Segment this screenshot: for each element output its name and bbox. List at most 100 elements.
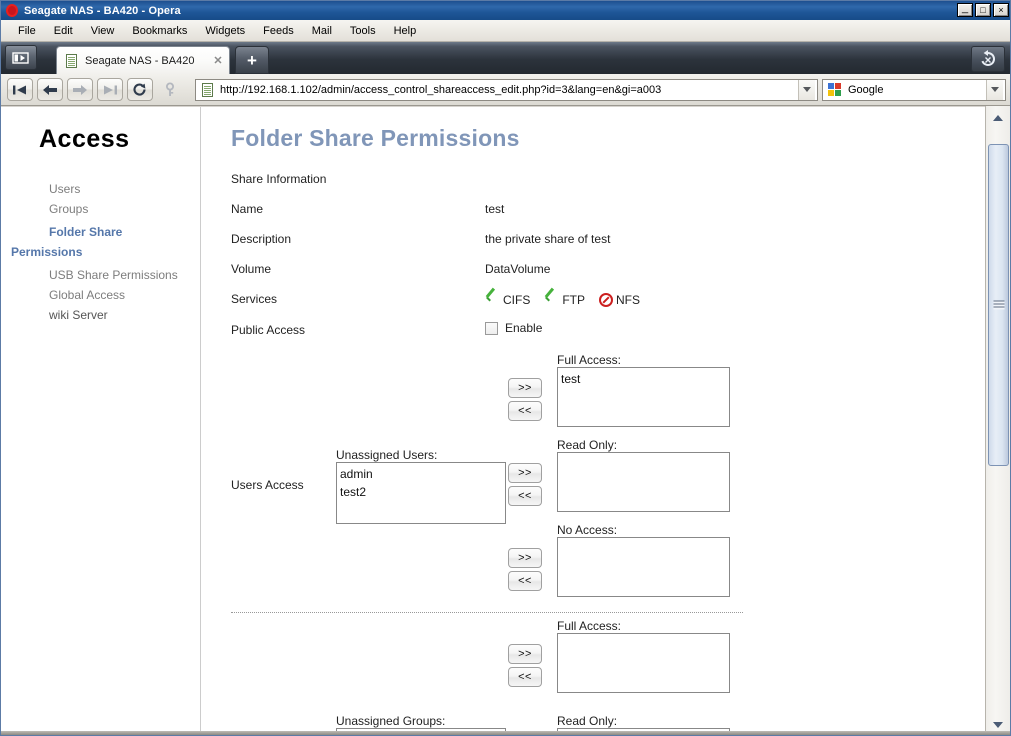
sidebar: Access Users Groups Folder Share Permiss… [1,107,201,735]
sidebar-item-global-access[interactable]: Global Access [1,285,201,305]
sidebar-heading: Access [39,125,130,153]
chevron-down-icon [993,722,1003,728]
browser-tab[interactable]: Seagate NAS - BA420 ✕ [56,46,230,74]
panel-toggle-icon[interactable] [5,45,37,70]
forward-button[interactable] [67,78,93,101]
scroll-up-button[interactable] [986,106,1010,130]
url-text: http://192.168.1.102/admin/access_contro… [220,83,662,96]
fast-forward-button[interactable] [97,78,123,101]
scrollbar-grip-icon [993,300,1004,310]
field-label-public-access: Public Access [231,323,306,337]
groups-full-access-list[interactable] [557,633,730,693]
back-button[interactable] [37,78,63,101]
users-read-only-list[interactable] [557,452,730,512]
users-full-access-remove-button[interactable]: << [508,401,542,421]
status-bar [1,731,1010,735]
rewind-button[interactable] [7,78,33,101]
users-no-access-label: No Access: [557,523,618,537]
vertical-scrollbar[interactable] [985,106,1010,735]
arrow-right-icon [73,84,87,95]
sidebar-item-label-line1: Folder Share [49,225,123,239]
reload-button[interactable] [127,78,153,101]
list-item[interactable]: admin [340,465,502,483]
sidebar-nav: Users Groups Folder Share Permissions US… [1,179,201,325]
users-full-access-list[interactable]: test [557,367,730,427]
service-cifs-label: CIFS [503,292,531,307]
undo-arrow-glyph [981,50,995,66]
sidebar-item-wiki-server[interactable]: wiki Server [1,305,201,325]
menu-help[interactable]: Help [385,23,426,39]
opera-logo-icon [4,3,20,19]
users-full-access-add-button[interactable]: >> [508,378,542,398]
address-dropdown-button[interactable] [798,79,815,100]
arrow-left-icon [43,84,57,95]
field-value-description: the private share of test [485,232,611,246]
panel-toggle-glyph [12,51,29,64]
public-access-checkbox[interactable] [485,321,498,335]
public-access-checkbox-label: Enable [505,321,543,335]
menu-feeds[interactable]: Feeds [254,23,303,39]
page-viewport: Access Users Groups Folder Share Permiss… [1,106,1010,735]
rewind-icon [13,85,26,94]
green-check-icon [544,292,559,307]
users-no-access-remove-button[interactable]: << [508,571,542,591]
users-full-access-label: Full Access: [557,353,622,367]
menu-bar: File Edit View Bookmarks Widgets Feeds M… [1,20,1010,42]
share-information-label: Share Information [231,172,327,186]
tab-close-icon[interactable]: ✕ [211,54,225,67]
field-label-volume: Volume [231,262,272,276]
security-button[interactable] [157,78,183,101]
menu-mail[interactable]: Mail [303,23,341,39]
sidebar-item-label-line2: Permissions [11,245,83,259]
close-button[interactable]: × [993,3,1009,17]
service-ftp-label: FTP [562,292,586,307]
address-bar[interactable]: http://192.168.1.102/admin/access_contro… [195,78,818,101]
sidebar-item-users[interactable]: Users [1,179,201,199]
users-read-only-add-button[interactable]: >> [508,463,542,483]
menu-view[interactable]: View [82,23,124,39]
menu-widgets[interactable]: Widgets [196,23,254,39]
unassigned-users-list[interactable]: admin test2 [336,462,506,524]
menu-edit[interactable]: Edit [45,23,82,39]
service-cifs: CIFS [485,292,530,307]
chevron-down-icon [803,87,811,92]
users-no-access-add-button[interactable]: >> [508,548,542,568]
opera-browser-window: Seagate NAS - BA420 - Opera _ □ × File E… [0,0,1011,736]
service-nfs: NFS [599,292,640,307]
title-bar: Seagate NAS - BA420 - Opera _ □ × [1,1,1010,20]
groups-full-access-label: Full Access: [557,619,622,633]
green-check-icon [485,292,500,307]
list-item[interactable]: test [561,370,726,388]
chevron-down-icon [991,87,999,92]
minimize-button[interactable]: _ [957,3,973,17]
tab-title: Seagate NAS - BA420 [85,54,195,67]
search-bar[interactable]: Google [822,78,1006,101]
main-content: Folder Share Permissions Share Informati… [202,107,987,735]
list-item[interactable]: test2 [340,483,502,501]
page-title: Folder Share Permissions [231,125,520,151]
search-dropdown-button[interactable] [986,79,1003,100]
scrollbar-thumb[interactable] [988,144,1009,466]
field-value-name: test [485,202,505,216]
page-content: Access Users Groups Folder Share Permiss… [1,107,987,735]
users-access-label: Users Access [231,478,304,492]
public-access-control: Enable [485,321,542,335]
maximize-button[interactable]: □ [975,3,991,17]
sidebar-item-usb-share-permissions[interactable]: USB Share Permissions [1,265,201,285]
menu-tools[interactable]: Tools [341,23,385,39]
window-title: Seagate NAS - BA420 - Opera [24,4,181,17]
menu-bookmarks[interactable]: Bookmarks [123,23,196,39]
sidebar-item-groups[interactable]: Groups [1,199,201,219]
service-ftp: FTP [544,292,585,307]
reopen-closed-tab-icon[interactable] [971,46,1005,72]
section-divider [231,612,743,613]
menu-file[interactable]: File [9,23,45,39]
new-tab-button[interactable]: + [235,46,269,74]
services-values: CIFS FTP NFS [485,292,648,307]
google-icon [827,82,843,98]
groups-full-access-remove-button[interactable]: << [508,667,542,687]
groups-full-access-add-button[interactable]: >> [508,644,542,664]
sidebar-item-folder-share-permissions[interactable]: Folder Share Permissions [1,219,169,265]
users-read-only-remove-button[interactable]: << [508,486,542,506]
users-no-access-list[interactable] [557,537,730,597]
